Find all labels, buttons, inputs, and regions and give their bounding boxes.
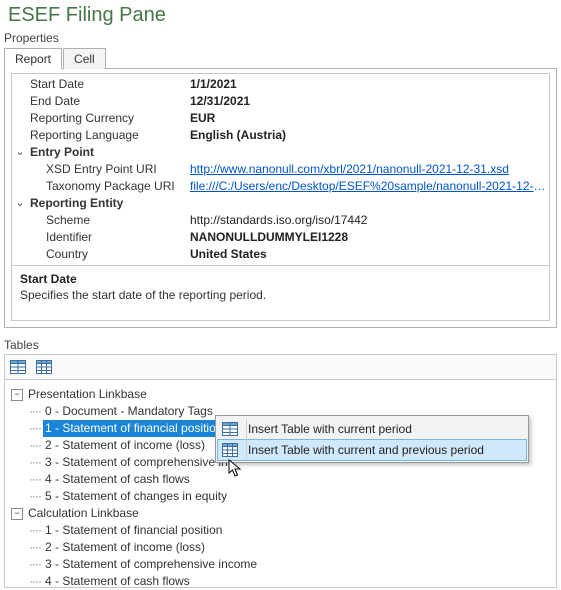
- property-group-reporting-entity[interactable]: ⌄ Reporting Entity: [12, 195, 549, 212]
- tree-item-label[interactable]: 3 - Statement of comprehensive income: [43, 556, 259, 573]
- property-row-start-date[interactable]: Start Date 1/1/2021: [12, 76, 549, 93]
- tree-group-label[interactable]: Calculation Linkbase: [26, 505, 141, 522]
- chevron-down-icon[interactable]: ⌄: [12, 144, 28, 161]
- tree-item-label[interactable]: 0 - Document - Mandatory Tags: [43, 403, 215, 420]
- tree-item-label[interactable]: 2 - Statement of income (loss): [43, 539, 207, 556]
- property-value[interactable]: United States: [188, 246, 549, 263]
- tree-group-presentation[interactable]: − Presentation Linkbase: [9, 386, 552, 403]
- tables-tree[interactable]: − Presentation Linkbase ···· 0 - Documen…: [4, 380, 557, 588]
- properties-heading: Properties: [0, 29, 561, 45]
- property-value[interactable]: 12/31/2021: [188, 93, 549, 110]
- tree-item-label[interactable]: 5 - Statement of changes in equity: [43, 488, 229, 505]
- collapse-icon[interactable]: −: [11, 508, 23, 520]
- property-label: Start Date: [28, 76, 188, 93]
- table-double-icon: [36, 360, 52, 374]
- tables-toolbar: [4, 354, 557, 380]
- menu-separator: [246, 419, 247, 459]
- property-label: Reporting Entity: [28, 195, 188, 212]
- property-help-panel: Start Date Specifies the start date of t…: [11, 266, 550, 321]
- pane-title: ESEF Filing Pane: [0, 0, 561, 29]
- tree-item-label[interactable]: 4 - Statement of cash flows: [43, 471, 192, 488]
- property-help-text: Specifies the start date of the reportin…: [20, 288, 541, 302]
- insert-table-current-period-button[interactable]: [7, 357, 29, 377]
- collapse-icon[interactable]: −: [11, 389, 23, 401]
- property-row-reporting-currency[interactable]: Reporting Currency EUR: [12, 110, 549, 127]
- property-label: End Date: [28, 93, 188, 110]
- tree-group-calculation[interactable]: − Calculation Linkbase: [9, 505, 552, 522]
- property-label: Identifier: [28, 229, 188, 246]
- property-row-taxonomy-pkg-uri[interactable]: Taxonomy Package URI file:///C:/Users/en…: [12, 178, 549, 195]
- menu-item-label: Insert Table with current and previous p…: [242, 443, 526, 457]
- property-value[interactable]: file:///C:/Users/enc/Desktop/ESEF%20samp…: [188, 178, 549, 195]
- property-value[interactable]: http://standards.iso.org/iso/17442: [188, 212, 549, 229]
- property-label: Taxonomy Package URI: [28, 178, 188, 195]
- tree-item-label[interactable]: 1 - Statement of financial position: [43, 420, 224, 437]
- property-value[interactable]: NANONULLDUMMYLEI1228: [188, 229, 549, 246]
- insert-table-two-periods-button[interactable]: [33, 357, 55, 377]
- property-label: Reporting Currency: [28, 110, 188, 127]
- property-row-end-date[interactable]: End Date 12/31/2021: [12, 93, 549, 110]
- table-single-icon: [222, 422, 238, 436]
- properties-tab-content: Start Date 1/1/2021 End Date 12/31/2021 …: [4, 68, 557, 328]
- property-label: Scheme: [28, 212, 188, 229]
- tree-item-label[interactable]: 2 - Statement of income (loss): [43, 437, 207, 454]
- tree-item[interactable]: ···· 5 - Statement of changes in equity: [9, 488, 552, 505]
- tree-group-label[interactable]: Presentation Linkbase: [26, 386, 149, 403]
- table-double-icon: [222, 443, 238, 457]
- property-grid: Start Date 1/1/2021 End Date 12/31/2021 …: [11, 73, 550, 266]
- tab-report[interactable]: Report: [4, 48, 62, 69]
- tables-heading: Tables: [4, 336, 557, 352]
- tree-item[interactable]: ···· 3 - Statement of comprehensive inco…: [9, 556, 552, 573]
- property-row-scheme[interactable]: Scheme http://standards.iso.org/iso/1744…: [12, 212, 549, 229]
- property-row-reporting-language[interactable]: Reporting Language English (Austria): [12, 127, 549, 144]
- property-row-identifier[interactable]: Identifier NANONULLDUMMYLEI1228: [12, 229, 549, 246]
- menu-item-insert-current-period[interactable]: Insert Table with current period: [218, 418, 526, 440]
- property-value[interactable]: EUR: [188, 110, 549, 127]
- tree-item[interactable]: ···· 1 - Statement of financial position: [9, 522, 552, 539]
- menu-item-insert-current-and-previous-period[interactable]: Insert Table with current and previous p…: [217, 439, 527, 461]
- menu-item-label: Insert Table with current period: [242, 422, 526, 436]
- tree-item[interactable]: ···· 4 - Statement of cash flows: [9, 471, 552, 488]
- table-single-icon: [10, 360, 26, 374]
- tree-item[interactable]: ···· 2 - Statement of income (loss): [9, 539, 552, 556]
- chevron-down-icon[interactable]: ⌄: [12, 195, 28, 212]
- property-label: Country: [28, 246, 188, 263]
- property-value[interactable]: English (Austria): [188, 127, 549, 144]
- property-row-country[interactable]: Country United States: [12, 246, 549, 263]
- property-group-entry-point[interactable]: ⌄ Entry Point: [12, 144, 549, 161]
- property-value[interactable]: http://www.nanonull.com/xbrl/2021/nanonu…: [188, 161, 549, 178]
- property-value[interactable]: 1/1/2021: [188, 76, 549, 93]
- property-label: Entry Point: [28, 144, 188, 161]
- property-label: XSD Entry Point URI: [28, 161, 188, 178]
- property-help-title: Start Date: [20, 272, 541, 286]
- properties-tabs: Report Cell: [0, 47, 561, 68]
- tab-cell[interactable]: Cell: [63, 48, 106, 69]
- property-row-xsd-uri[interactable]: XSD Entry Point URI http://www.nanonull.…: [12, 161, 549, 178]
- tree-item-label[interactable]: 3 - Statement of comprehensive in: [43, 454, 230, 471]
- property-label: Reporting Language: [28, 127, 188, 144]
- context-menu: Insert Table with current period Insert …: [215, 415, 529, 463]
- tree-item-label[interactable]: 1 - Statement of financial position: [43, 522, 224, 539]
